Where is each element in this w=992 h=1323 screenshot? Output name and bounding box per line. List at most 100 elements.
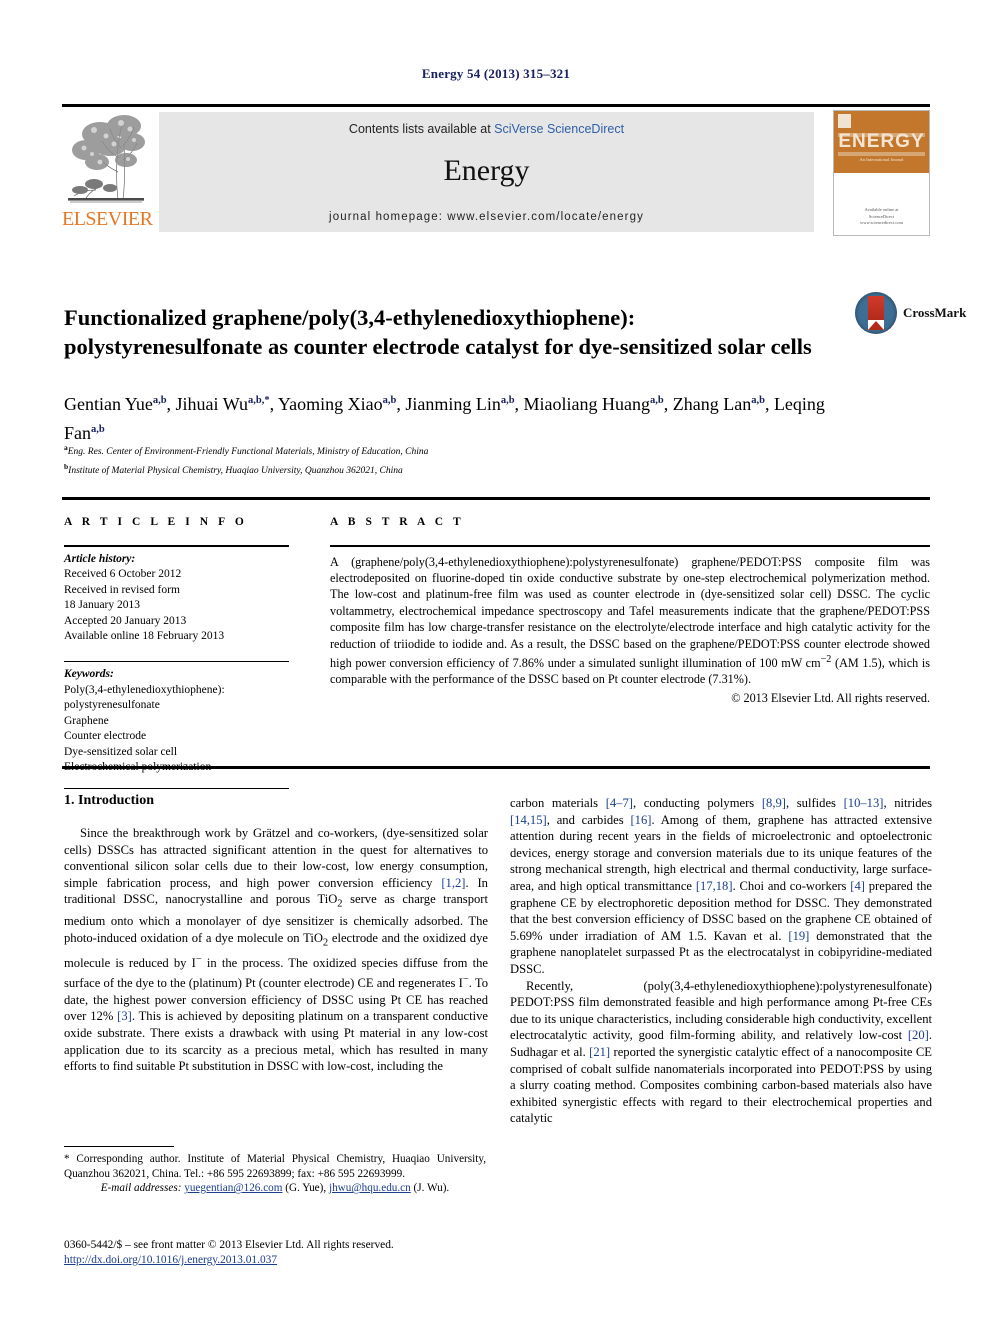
affiliation-a: aEng. Res. Center of Environment-Friendl…	[64, 441, 864, 460]
author-2: Yaoming Xiaoa,b,	[278, 394, 405, 414]
history-item-3: Accepted 20 January 2013	[64, 614, 187, 627]
text-run: , conducting polymers	[632, 796, 762, 810]
journal-banner: Contents lists available at SciVerse Sci…	[159, 112, 814, 232]
text-run: Recently, (poly(3,4-ethylenedioxythiophe…	[510, 978, 932, 1043]
page-title: Functionalized graphene/poly(3,4-ethylen…	[64, 305, 812, 360]
issn-line: 0360-5442/$ – see front matter © 2013 El…	[64, 1239, 394, 1251]
email-owner-yue: (G. Yue)	[285, 1182, 324, 1195]
citation-ref-10-13[interactable]: [10–13]	[844, 796, 884, 810]
keyword-0: Poly(3,4-ethylenedioxythiophene):	[64, 683, 225, 696]
elsevier-wordmark: ELSEVIER	[62, 208, 153, 230]
author-sep: ,	[663, 394, 673, 414]
abstract-exponent: −2	[820, 653, 832, 665]
keyword-2: Graphene	[64, 714, 109, 727]
doi-link[interactable]: http://dx.doi.org/10.1016/j.energy.2013.…	[64, 1254, 277, 1266]
affiliation-text: Eng. Res. Center of Environment-Friendly…	[67, 447, 429, 458]
abstract-column: A (graphene/poly(3,4-ethylenedioxythioph…	[330, 545, 930, 706]
author-name: Zhang Lan	[672, 394, 752, 414]
citation-ref-8-9[interactable]: [8,9]	[762, 796, 786, 810]
email-link-wu[interactable]: jhwu@hqu.edu.cn	[329, 1182, 411, 1194]
elsevier-tree-icon	[66, 112, 146, 208]
author-affil-marker: a,b	[382, 395, 397, 406]
article-info-heading: A R T I C L E I N F O	[64, 516, 248, 528]
affiliation-list: aEng. Res. Center of Environment-Friendl…	[64, 441, 864, 478]
citation-ref-20[interactable]: [20]	[908, 1028, 929, 1042]
abstract-text: A (graphene/poly(3,4-ethylenedioxythioph…	[330, 547, 930, 688]
author-sep: ,	[269, 394, 278, 414]
keywords-block: Keywords: Poly(3,4-ethylenedioxythiophen…	[64, 662, 289, 776]
masthead-top-rule	[62, 104, 930, 107]
author-name: Gentian Yue	[64, 394, 153, 414]
citation-ref-4[interactable]: [4]	[850, 879, 865, 893]
author-0: Gentian Yuea,b,	[64, 394, 176, 414]
journal-article-page: Energy 54 (2013) 315–321 ELSEVIER Conten…	[0, 0, 992, 1323]
journal-title: Energy	[443, 154, 530, 187]
author-3: Jianming Lina,b,	[405, 394, 523, 414]
sciencedirect-link[interactable]: SciVerse ScienceDirect	[494, 122, 624, 136]
email-line: E-mail addresses: yuegentian@126.com (G.…	[100, 1182, 450, 1195]
text-run: , nitrides	[883, 796, 933, 810]
author-name: Miaoliang Huang	[523, 394, 651, 414]
author-1: Jihuai Wua,b,*,	[176, 394, 278, 414]
history-item-1: Received in revised form	[64, 583, 180, 596]
abstract-heading: A B S T R A C T	[330, 516, 465, 528]
contents-list-line: Contents lists available at SciVerse Sci…	[159, 122, 814, 136]
author-name: Jihuai Wu	[175, 394, 248, 414]
text-run: Since the breakthrough work by Grätzel a…	[64, 826, 488, 890]
cover-title: ENERGY	[838, 131, 925, 152]
keyword-1: polystyrenesulfonate	[64, 699, 160, 711]
crossmark-icon	[855, 292, 897, 334]
cover-footer: Available online at ScienceDirect www.sc…	[834, 207, 929, 227]
history-item-0: Received 6 October 2012	[64, 568, 182, 580]
history-item-4: Available online 18 February 2013	[64, 630, 225, 642]
info-bottom-spacer	[64, 776, 289, 788]
paragraph-intro-right-2: Recently, (poly(3,4-ethylenedioxythiophe…	[510, 978, 932, 1127]
citation-ref-1-2[interactable]: [1,2]	[441, 876, 465, 890]
author-4: Miaoliang Huanga,b,	[524, 394, 673, 414]
author-sep: ,	[396, 394, 406, 414]
history-item-2: 18 January 2013	[64, 599, 141, 611]
keywords-bottom-rule	[64, 787, 289, 789]
cover-subtitle: An International Journal	[859, 157, 904, 162]
author-sep: ,	[514, 394, 524, 414]
author-name: Yaoming Xiao	[277, 394, 383, 414]
citation-ref-21[interactable]: [21]	[589, 1045, 610, 1059]
journal-homepage-link[interactable]: journal homepage: www.elsevier.com/locat…	[159, 211, 814, 223]
citation-ref-19[interactable]: [19]	[788, 929, 809, 943]
abstract-bottom-rule	[62, 766, 930, 769]
elsevier-logo: ELSEVIER	[62, 110, 153, 234]
body-column-left: Since the breakthrough work by Grätzel a…	[64, 825, 488, 1075]
author-affil-marker: a,b	[91, 424, 105, 435]
abstract-main: A (graphene/poly(3,4-ethylenedioxythioph…	[330, 554, 930, 671]
contents-prefix: Contents lists available at	[348, 122, 495, 136]
footnote-rule	[64, 1146, 174, 1148]
citation-ref-4-7[interactable]: [4–7]	[606, 796, 633, 810]
affiliation-text: Institute of Material Physical Chemistry…	[68, 465, 403, 476]
article-info-column: Article history: Received 6 October 2012…	[64, 545, 289, 789]
article-history-label: Article history:	[64, 552, 136, 565]
email-link-yue[interactable]: yuegentian@126.com	[184, 1182, 282, 1194]
affiliation-b: bInstitute of Material Physical Chemistr…	[64, 460, 864, 479]
author-affil-marker: a,b	[152, 395, 167, 406]
text-run: . Choi and co-workers	[732, 878, 851, 893]
author-5: Zhang Lana,b,	[673, 394, 774, 414]
article-history: Article history: Received 6 October 2012…	[64, 547, 289, 645]
cover-footer-line2: ScienceDirect	[868, 213, 895, 219]
citation-ref-17-18[interactable]: [17,18]	[696, 879, 733, 893]
text-run: , and carbides	[546, 812, 631, 827]
author-list: Gentian Yuea,b, Jihuai Wua,b,*, Yaoming …	[64, 388, 864, 446]
cover-footer-line3: www.sciencedirect.com	[860, 220, 903, 226]
author-sep: ,	[764, 394, 774, 414]
running-head: Energy 54 (2013) 315–321	[421, 66, 571, 81]
citation-ref-3[interactable]: [3]	[117, 1009, 132, 1023]
author-affil-marker: a,b	[751, 395, 765, 406]
paragraph-intro-right-1: carbon materials [4–7], conducting polym…	[510, 795, 932, 978]
citation-ref-14-15[interactable]: [14,15]	[510, 813, 547, 827]
crossmark-badge[interactable]: CrossMark	[855, 292, 966, 338]
cover-strip-bottom	[838, 152, 925, 156]
email-label: E-mail addresses:	[100, 1182, 182, 1195]
crossmark-notch-shape	[868, 321, 884, 330]
citation-ref-16[interactable]: [16]	[630, 813, 651, 827]
keyword-3: Counter electrode	[64, 730, 147, 742]
